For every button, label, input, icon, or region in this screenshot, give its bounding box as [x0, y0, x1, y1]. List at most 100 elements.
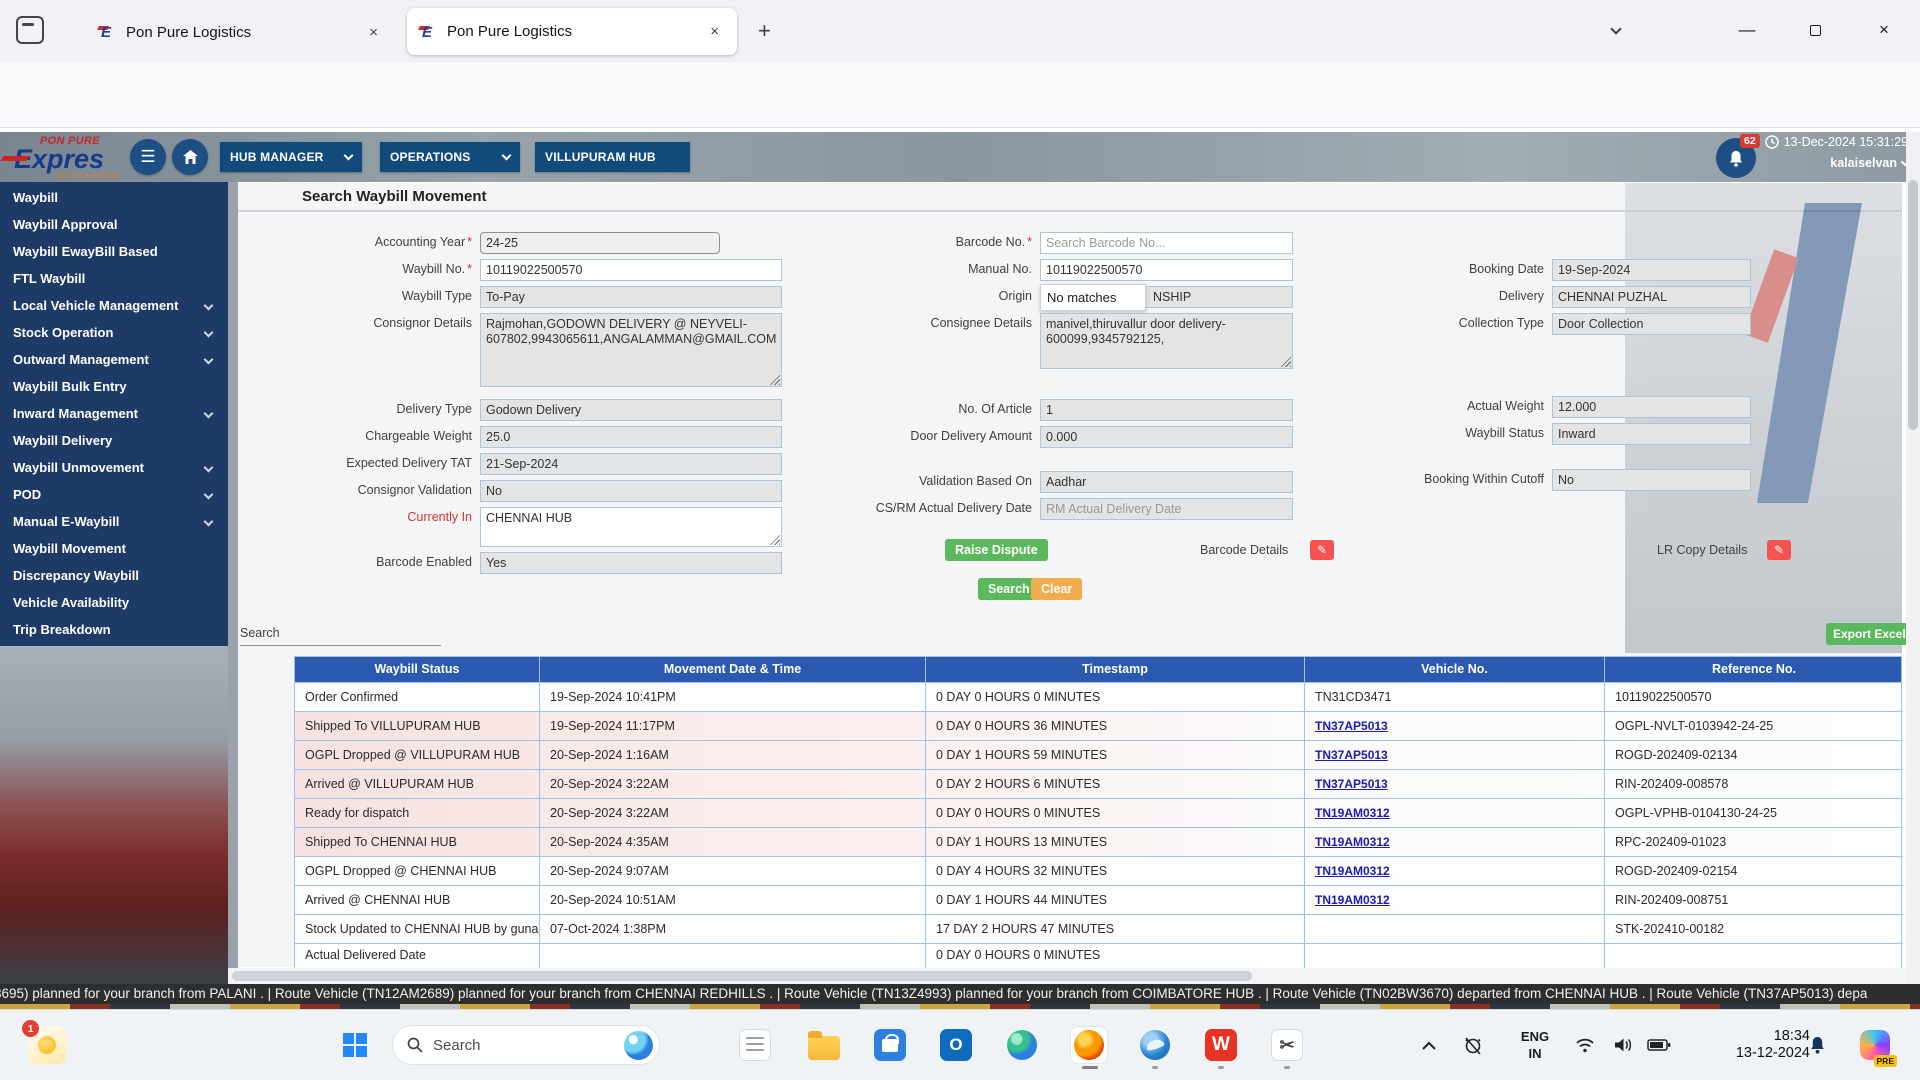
sidebar-item-waybill-ewaybill-based[interactable]: Waybill EwayBill Based: [0, 238, 228, 265]
browser-tab-2-active[interactable]: Pon Pure Logistics ×: [407, 8, 737, 55]
chevron-down-icon: [204, 355, 214, 365]
waybill-status-field[interactable]: Inward: [1552, 423, 1751, 445]
tab-close-icon[interactable]: ×: [704, 21, 725, 42]
cs-rm-actual-delivery-date-field[interactable]: RM Actual Delivery Date: [1040, 498, 1293, 520]
horizontal-scrollbar[interactable]: [228, 968, 1906, 984]
copilot-icon[interactable]: PRE: [1856, 1026, 1894, 1064]
door-delivery-amount-field[interactable]: 0.000: [1040, 426, 1293, 448]
collection-type-field[interactable]: Door Collection: [1552, 313, 1751, 335]
textarea-resize-handle[interactable]: [767, 532, 780, 545]
vehicle-link[interactable]: TN19AM0312: [1315, 835, 1390, 849]
wps-office-icon[interactable]: W: [1202, 1026, 1240, 1064]
waybill-type-field[interactable]: To-Pay: [480, 286, 782, 308]
sidebar-item-waybill[interactable]: Waybill: [0, 184, 228, 211]
role-dropdown[interactable]: HUB MANAGER: [220, 142, 362, 172]
waybill-no-field[interactable]: 10119022500570: [480, 259, 782, 281]
sidebar-item-waybill-unmovement[interactable]: Waybill Unmovement: [0, 454, 228, 481]
vertical-scrollbar[interactable]: [1906, 132, 1920, 984]
window-minimize-button[interactable]: —: [1732, 16, 1762, 44]
results-search-input[interactable]: [240, 645, 441, 646]
new-tab-button[interactable]: +: [758, 18, 771, 44]
microsoft-store-icon[interactable]: [871, 1026, 909, 1064]
currently-in-field[interactable]: CHENNAI HUB: [480, 507, 782, 547]
sidebar-item-stock-operation[interactable]: Stock Operation: [0, 319, 228, 346]
accounting-year-field[interactable]: 24-25: [480, 232, 720, 254]
delivery-field[interactable]: CHENNAI PUZHAL: [1552, 286, 1751, 308]
raise-dispute-button[interactable]: Raise Dispute: [945, 539, 1048, 561]
search-highlights-icon[interactable]: [624, 1031, 653, 1060]
vehicle-link[interactable]: TN19AM0312: [1315, 864, 1390, 878]
volume-icon[interactable]: [1604, 1026, 1642, 1064]
barcode-no-field[interactable]: Search Barcode No...: [1040, 232, 1293, 254]
window-close-button[interactable]: ×: [1869, 16, 1899, 44]
export-excel-button[interactable]: Export Excel: [1826, 623, 1913, 645]
clear-button[interactable]: Clear: [1031, 578, 1082, 600]
browser-tab-1[interactable]: Pon Pure Logistics ×: [86, 10, 396, 54]
manual-no-field[interactable]: 10119022500570: [1040, 259, 1293, 281]
lr-copy-edit-icon[interactable]: ✎: [1767, 540, 1791, 560]
sidebar-item-manual-e-waybill[interactable]: Manual E-Waybill: [0, 508, 228, 535]
firefox-view-icon[interactable]: [16, 16, 44, 44]
consignor-validation-field[interactable]: No: [480, 480, 782, 502]
sidebar-item-ftl-waybill[interactable]: FTL Waybill: [0, 265, 228, 292]
sidebar-item-vehicle-availability[interactable]: Vehicle Availability: [0, 589, 228, 616]
edge-icon[interactable]: [1003, 1026, 1041, 1064]
taskbar-search-box[interactable]: Search: [392, 1025, 660, 1065]
sidebar-item-waybill-movement[interactable]: Waybill Movement: [0, 535, 228, 562]
tab-list-chevron-icon[interactable]: [1612, 20, 1620, 38]
vehicle-link[interactable]: TN37AP5013: [1315, 777, 1388, 791]
taskbar-clock[interactable]: 18:3413-12-2024: [1688, 1028, 1810, 1062]
booking-within-cutoff-field[interactable]: No: [1552, 469, 1751, 491]
start-button[interactable]: [336, 1026, 374, 1064]
file-explorer-icon[interactable]: [805, 1026, 843, 1064]
language-indicator[interactable]: ENGIN: [1512, 1028, 1558, 1062]
user-menu[interactable]: kalaiselvan: [1830, 156, 1908, 170]
sidebar-item-discrepancy-waybill[interactable]: Discrepancy Waybill: [0, 562, 228, 589]
wifi-icon[interactable]: [1566, 1026, 1604, 1064]
vehicle-link[interactable]: TN37AP5013: [1315, 719, 1388, 733]
firefox-icon-active[interactable]: [1070, 1026, 1108, 1064]
chargeable-weight-field[interactable]: 25.0: [480, 426, 782, 448]
window-maximize-button[interactable]: [1800, 16, 1830, 44]
vertical-scrollbar-thumb[interactable]: [1908, 180, 1918, 430]
sidebar-item-pod[interactable]: POD: [0, 481, 228, 508]
validation-based-on-field[interactable]: Aadhar: [1040, 471, 1293, 493]
notification-bell-icon[interactable]: [1798, 1026, 1836, 1064]
consignee-details-field[interactable]: manivel,thiruvallur door delivery-600099…: [1040, 313, 1293, 369]
textarea-resize-handle[interactable]: [1278, 354, 1291, 367]
battery-icon[interactable]: [1640, 1026, 1678, 1064]
sidebar-item-waybill-bulk-entry[interactable]: Waybill Bulk Entry: [0, 373, 228, 400]
app-window-icon[interactable]: [736, 1026, 774, 1064]
snipping-tool-icon[interactable]: ✂: [1268, 1026, 1306, 1064]
actual-weight-field[interactable]: 12.000: [1552, 396, 1751, 418]
barcode-enabled-field[interactable]: Yes: [480, 552, 782, 574]
alarm-off-icon[interactable]: [1454, 1026, 1492, 1064]
outlook-icon[interactable]: O: [937, 1026, 975, 1064]
booking-date-field[interactable]: 19-Sep-2024: [1552, 259, 1751, 281]
module-dropdown[interactable]: OPERATIONS: [380, 142, 520, 172]
sidebar-item-waybill-delivery[interactable]: Waybill Delivery: [0, 427, 228, 454]
sidebar-item-outward-management[interactable]: Outward Management: [0, 346, 228, 373]
horizontal-scrollbar-thumb[interactable]: [232, 971, 1252, 981]
barcode-details-edit-icon[interactable]: ✎: [1310, 540, 1334, 560]
vehicle-link[interactable]: TN19AM0312: [1315, 806, 1390, 820]
vehicle-link[interactable]: TN19AM0312: [1315, 893, 1390, 907]
hub-dropdown[interactable]: VILLUPURAM HUB: [535, 142, 690, 172]
no-of-article-field[interactable]: 1: [1040, 399, 1293, 421]
sidebar-item-waybill-approval[interactable]: Waybill Approval: [0, 211, 228, 238]
expected-delivery-tat-field[interactable]: 21-Sep-2024: [480, 453, 782, 475]
sidebar-item-inward-management[interactable]: Inward Management: [0, 400, 228, 427]
vehicle-link[interactable]: TN37AP5013: [1315, 748, 1388, 762]
tray-chevron-up-icon[interactable]: [1410, 1026, 1448, 1064]
consignor-details-field[interactable]: Rajmohan,GODOWN DELIVERY @ NEYVELI-60780…: [480, 313, 782, 387]
currently-in-label: Currently In: [238, 507, 480, 528]
column-header-vehicle-no: Vehicle No.: [1305, 657, 1605, 683]
delivery-type-field[interactable]: Godown Delivery: [480, 399, 782, 421]
tab-close-icon[interactable]: ×: [363, 22, 384, 43]
thunderbird-icon[interactable]: [1136, 1026, 1174, 1064]
home-icon[interactable]: [172, 139, 208, 175]
widgets-weather-icon[interactable]: 1: [28, 1026, 66, 1064]
sidebar-item-trip-breakdown[interactable]: Trip Breakdown: [0, 616, 228, 643]
sidebar-item-local-vehicle-management[interactable]: Local Vehicle Management: [0, 292, 228, 319]
sidebar-toggle-icon[interactable]: ☰: [130, 139, 166, 175]
